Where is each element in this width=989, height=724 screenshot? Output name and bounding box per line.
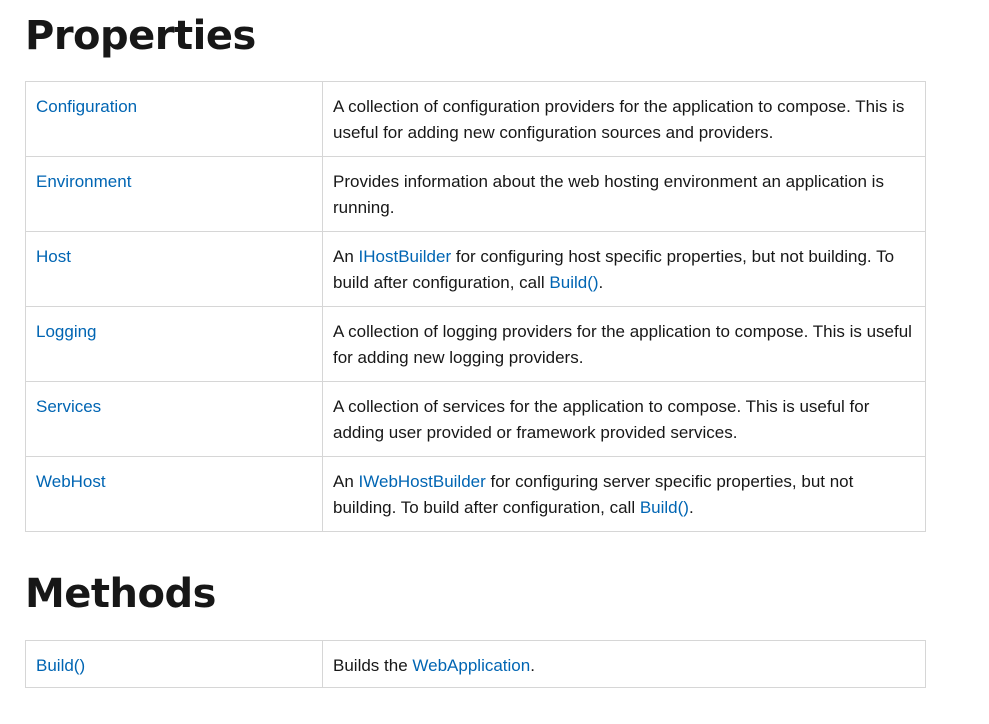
table-row: WebHost An IWebHostBuilder for configurin… <box>25 456 926 532</box>
properties-heading: Properties <box>25 13 256 59</box>
description-text: An <box>333 247 359 266</box>
member-description-cell: An IHostBuilder for configuring host spe… <box>322 231 926 307</box>
methods-table: Build() Builds the WebApplication. <box>25 640 926 688</box>
member-description-cell: Builds the WebApplication. <box>322 640 926 688</box>
webapplication-link[interactable]: WebApplication <box>412 656 530 675</box>
environment-link[interactable]: Environment <box>36 172 131 191</box>
member-name-cell: Logging <box>25 306 323 382</box>
description-text: . <box>598 273 604 292</box>
description-text: . <box>530 656 535 675</box>
webhost-link[interactable]: WebHost <box>36 472 106 491</box>
iwebhostbuilder-link[interactable]: IWebHostBuilder <box>359 472 486 491</box>
description-text: A collection of configuration providers … <box>333 97 905 142</box>
member-description-cell: A collection of configuration providers … <box>322 81 926 157</box>
properties-table-body: Configuration A collection of configurati… <box>25 81 926 532</box>
table-row: Services A collection of services for the… <box>25 381 926 457</box>
description-text: . <box>688 498 694 517</box>
build-link[interactable]: Build() <box>36 656 85 675</box>
member-name-cell: Environment <box>25 156 323 232</box>
table-row: Environment Provides information about th… <box>25 156 926 232</box>
build-link[interactable]: Build() <box>640 498 689 517</box>
member-name-cell: Host <box>25 231 323 307</box>
services-link[interactable]: Services <box>36 397 101 416</box>
build-link[interactable]: Build() <box>549 273 598 292</box>
member-description-cell: A collection of logging providers for th… <box>322 306 926 382</box>
description-text: A collection of services for the applica… <box>333 397 870 442</box>
description-text: Builds the <box>333 656 413 675</box>
ihostbuilder-link[interactable]: IHostBuilder <box>359 247 452 266</box>
methods-heading: Methods <box>25 571 216 617</box>
member-description-cell: A collection of services for the applica… <box>322 381 926 457</box>
member-name-cell: Build() <box>25 640 323 688</box>
member-description-cell: An IWebHostBuilder for configuring serve… <box>322 456 926 532</box>
member-description-cell: Provides information about the web hosti… <box>322 156 926 232</box>
host-link[interactable]: Host <box>36 247 71 266</box>
description-text: Provides information about the web hosti… <box>333 172 884 217</box>
table-row: Configuration A collection of configurati… <box>25 81 926 157</box>
table-row: Build() Builds the WebApplication. <box>25 640 926 688</box>
logging-link[interactable]: Logging <box>36 322 97 341</box>
member-name-cell: WebHost <box>25 456 323 532</box>
table-row: Logging A collection of logging providers… <box>25 306 926 382</box>
methods-table-body: Build() Builds the WebApplication. <box>25 640 926 688</box>
member-name-cell: Services <box>25 381 323 457</box>
description-text: An <box>333 472 359 491</box>
member-name-cell: Configuration <box>25 81 323 157</box>
configuration-link[interactable]: Configuration <box>36 97 137 116</box>
properties-table: Configuration A collection of configurati… <box>25 81 926 532</box>
description-text: A collection of logging providers for th… <box>333 322 912 367</box>
table-row: Host An IHostBuilder for configuring host… <box>25 231 926 307</box>
